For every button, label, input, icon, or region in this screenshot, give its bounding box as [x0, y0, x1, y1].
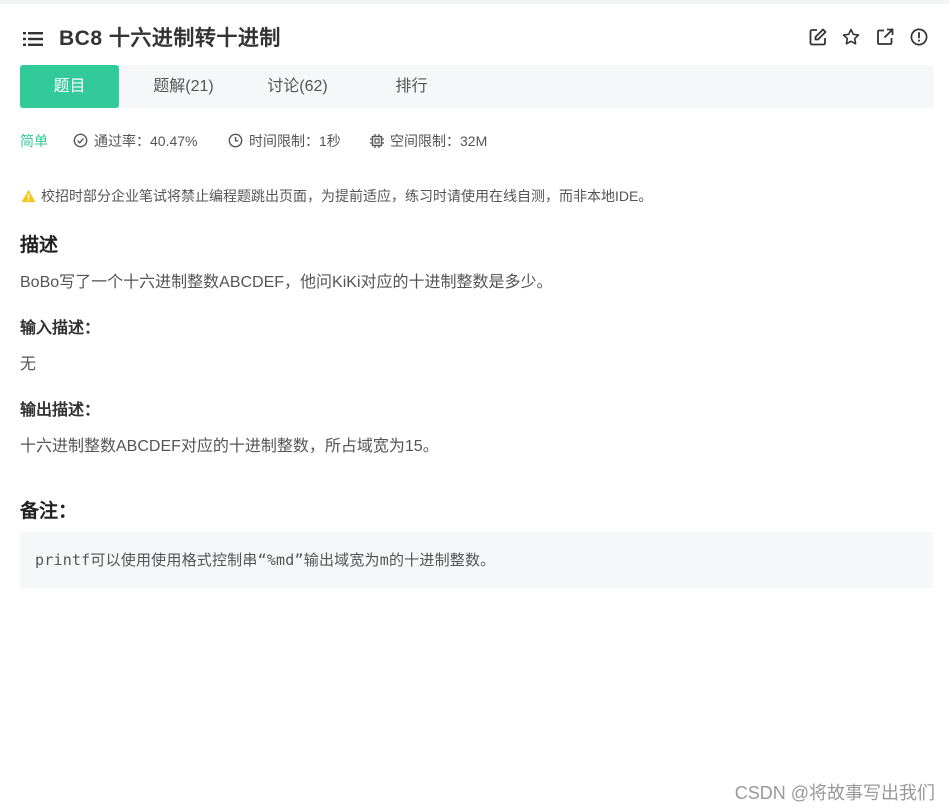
space-limit: 空间限制：32M [390, 133, 488, 149]
tab-ranking[interactable]: 排行 [362, 65, 461, 108]
tab-problem[interactable]: 题目 [20, 65, 119, 108]
tab-solutions[interactable]: 题解(21) [134, 65, 233, 108]
input-text: 无 [20, 356, 37, 373]
notice-text: 校招时部分企业笔试将禁止编程题跳出页面，为提前适应，练习时请使用在线自测，而非本… [41, 188, 653, 204]
remark-heading: 备注： [20, 501, 78, 522]
tab-discussion[interactable]: 讨论(62) [248, 65, 347, 108]
external-link-icon[interactable] [876, 28, 894, 46]
star-icon[interactable] [842, 28, 860, 46]
clock-icon [228, 133, 243, 148]
time-limit: 时间限制：1秒 [249, 133, 341, 149]
info-icon[interactable] [910, 28, 928, 46]
output-text: 十六进制整数ABCDEF对应的十进制整数，所占域宽为15。 [20, 438, 439, 455]
output-heading: 输出描述： [20, 402, 101, 419]
top-divider [0, 0, 949, 4]
problem-header: BC8 十六进制转十进制 [0, 14, 949, 64]
list-icon[interactable] [23, 31, 43, 47]
tab-bar: 题目 题解(21) 讨论(62) 排行 [20, 65, 934, 108]
input-heading: 输入描述： [20, 320, 101, 337]
edit-icon[interactable] [809, 28, 827, 46]
remark-code-text: printf可以使用使用格式控制串“%md”输出域宽为m的十进制整数。 [35, 551, 496, 569]
chip-icon [370, 134, 384, 148]
watermark: CSDN @将故事写出我们 [734, 783, 935, 803]
check-circle-icon [73, 133, 88, 148]
remark-code-block: printf可以使用使用格式控制串“%md”输出域宽为m的十进制整数。 [20, 532, 933, 588]
description-text: BoBo写了一个十六进制整数ABCDEF，他问KiKi对应的十进制整数是多少。 [20, 274, 553, 291]
warning-icon [21, 189, 36, 203]
difficulty-badge: 简单 [20, 133, 48, 149]
pass-rate: 通过率：40.47% [94, 133, 198, 149]
description-heading: 描述 [20, 235, 59, 256]
problem-title: BC8 十六进制转十进制 [59, 27, 281, 50]
